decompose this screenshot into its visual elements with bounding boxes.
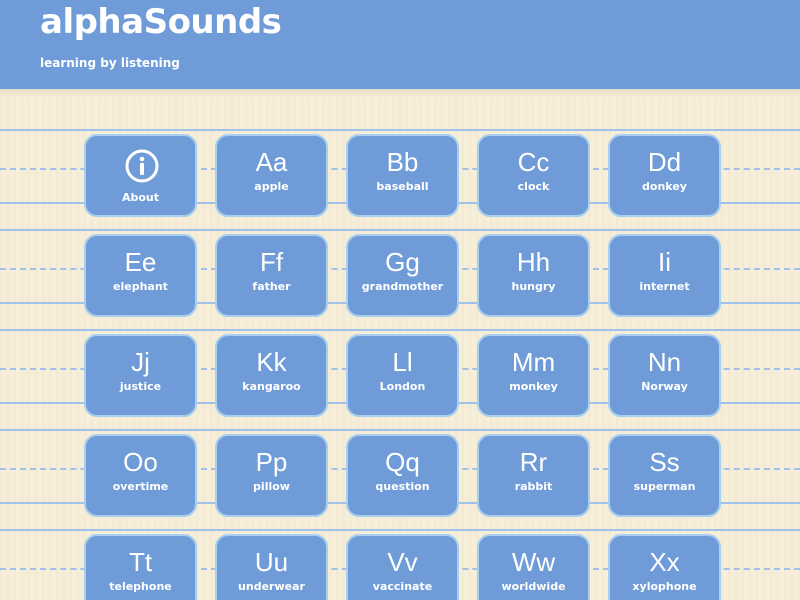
tile-word: monkey [509, 380, 558, 393]
tile-word: apple [254, 180, 289, 193]
tile-letters: Jj [131, 347, 150, 377]
tile-letters: Bb [386, 147, 419, 177]
tile-letters: Tt [128, 547, 153, 577]
tile-word: Norway [641, 380, 688, 393]
letter-tile-d[interactable]: Dd donkey [608, 134, 721, 217]
tile-word: kangaroo [242, 380, 301, 393]
tile-letters: Kk [256, 347, 287, 377]
tile-word: internet [639, 280, 690, 293]
tile-letters: Aa [255, 147, 288, 177]
rule-line [0, 429, 800, 431]
tile-letters: Cc [517, 147, 550, 177]
tile-word: xylophone [632, 580, 697, 593]
app-subtitle: learning by listening [40, 56, 180, 70]
about-label: About [121, 191, 160, 204]
letter-tile-t[interactable]: Tt telephone [84, 534, 197, 600]
tile-letters: Pp [255, 447, 288, 477]
tile-letters: Gg [385, 247, 420, 277]
tile-word: worldwide [501, 580, 566, 593]
letter-tile-f[interactable]: Ff father [215, 234, 328, 317]
letter-tile-o[interactable]: Oo overtime [84, 434, 197, 517]
letter-tile-a[interactable]: Aa apple [215, 134, 328, 217]
tile-letters: Oo [123, 447, 158, 477]
tile-word: justice [119, 380, 162, 393]
rule-line [0, 229, 800, 231]
tile-letters: Xx [649, 547, 680, 577]
tile-letters: Dd [647, 147, 682, 177]
letter-tile-m[interactable]: Mm monkey [477, 334, 590, 417]
tile-word: donkey [642, 180, 687, 193]
tile-letters: Ll [392, 347, 413, 377]
tile-word: rabbit [514, 480, 553, 493]
letter-tile-n[interactable]: Nn Norway [608, 334, 721, 417]
tile-word: overtime [112, 480, 169, 493]
info-icon [125, 149, 159, 183]
letter-tile-u[interactable]: Uu underwear [215, 534, 328, 600]
tile-letters: Ee [124, 247, 157, 277]
rule-line [0, 129, 800, 131]
letter-tile-w[interactable]: Ww worldwide [477, 534, 590, 600]
tile-letters: Vv [387, 547, 418, 577]
tile-letters: Nn [647, 347, 682, 377]
tile-letters: Mm [511, 347, 556, 377]
tile-word: baseball [376, 180, 429, 193]
letter-tile-x[interactable]: Xx xylophone [608, 534, 721, 600]
tile-word: vaccinate [372, 580, 433, 593]
tile-letters: Ss [649, 447, 680, 477]
letter-tile-i[interactable]: Ii internet [608, 234, 721, 317]
tile-word: pillow [253, 480, 290, 493]
tile-word: clock [517, 180, 550, 193]
tile-letters: Hh [516, 247, 551, 277]
letter-tile-h[interactable]: Hh hungry [477, 234, 590, 317]
letter-tile-r[interactable]: Rr rabbit [477, 434, 590, 517]
app-header: alphaSounds learning by listening [0, 0, 800, 89]
tile-letters: Uu [254, 547, 289, 577]
tile-letters: Ww [511, 547, 556, 577]
tile-letters: Rr [519, 447, 548, 477]
rule-line [0, 329, 800, 331]
tile-word: underwear [238, 580, 305, 593]
tile-word: elephant [113, 280, 168, 293]
tile-word: superman [633, 480, 696, 493]
tile-letters: Ii [658, 247, 671, 277]
tile-word: father [252, 280, 291, 293]
letter-tile-j[interactable]: Jj justice [84, 334, 197, 417]
letter-tile-k[interactable]: Kk kangaroo [215, 334, 328, 417]
letter-tile-s[interactable]: Ss superman [608, 434, 721, 517]
letter-tile-b[interactable]: Bb baseball [346, 134, 459, 217]
letter-tile-e[interactable]: Ee elephant [84, 234, 197, 317]
letter-tile-q[interactable]: Qq question [346, 434, 459, 517]
tile-word: telephone [109, 580, 172, 593]
tile-letters: Qq [385, 447, 420, 477]
letter-tile-p[interactable]: Pp pillow [215, 434, 328, 517]
letter-tile-v[interactable]: Vv vaccinate [346, 534, 459, 600]
tile-word: London [379, 380, 426, 393]
letter-tile-l[interactable]: Ll London [346, 334, 459, 417]
tile-word: question [375, 480, 430, 493]
tile-word: hungry [511, 280, 556, 293]
paper-edge [0, 89, 800, 97]
app-title: alphaSounds [40, 2, 282, 42]
tile-letters: Ff [259, 247, 284, 277]
rule-line [0, 529, 800, 531]
tile-word: grandmother [361, 280, 444, 293]
letter-tile-g[interactable]: Gg grandmother [346, 234, 459, 317]
letter-tile-c[interactable]: Cc clock [477, 134, 590, 217]
about-button[interactable]: About [84, 134, 197, 217]
